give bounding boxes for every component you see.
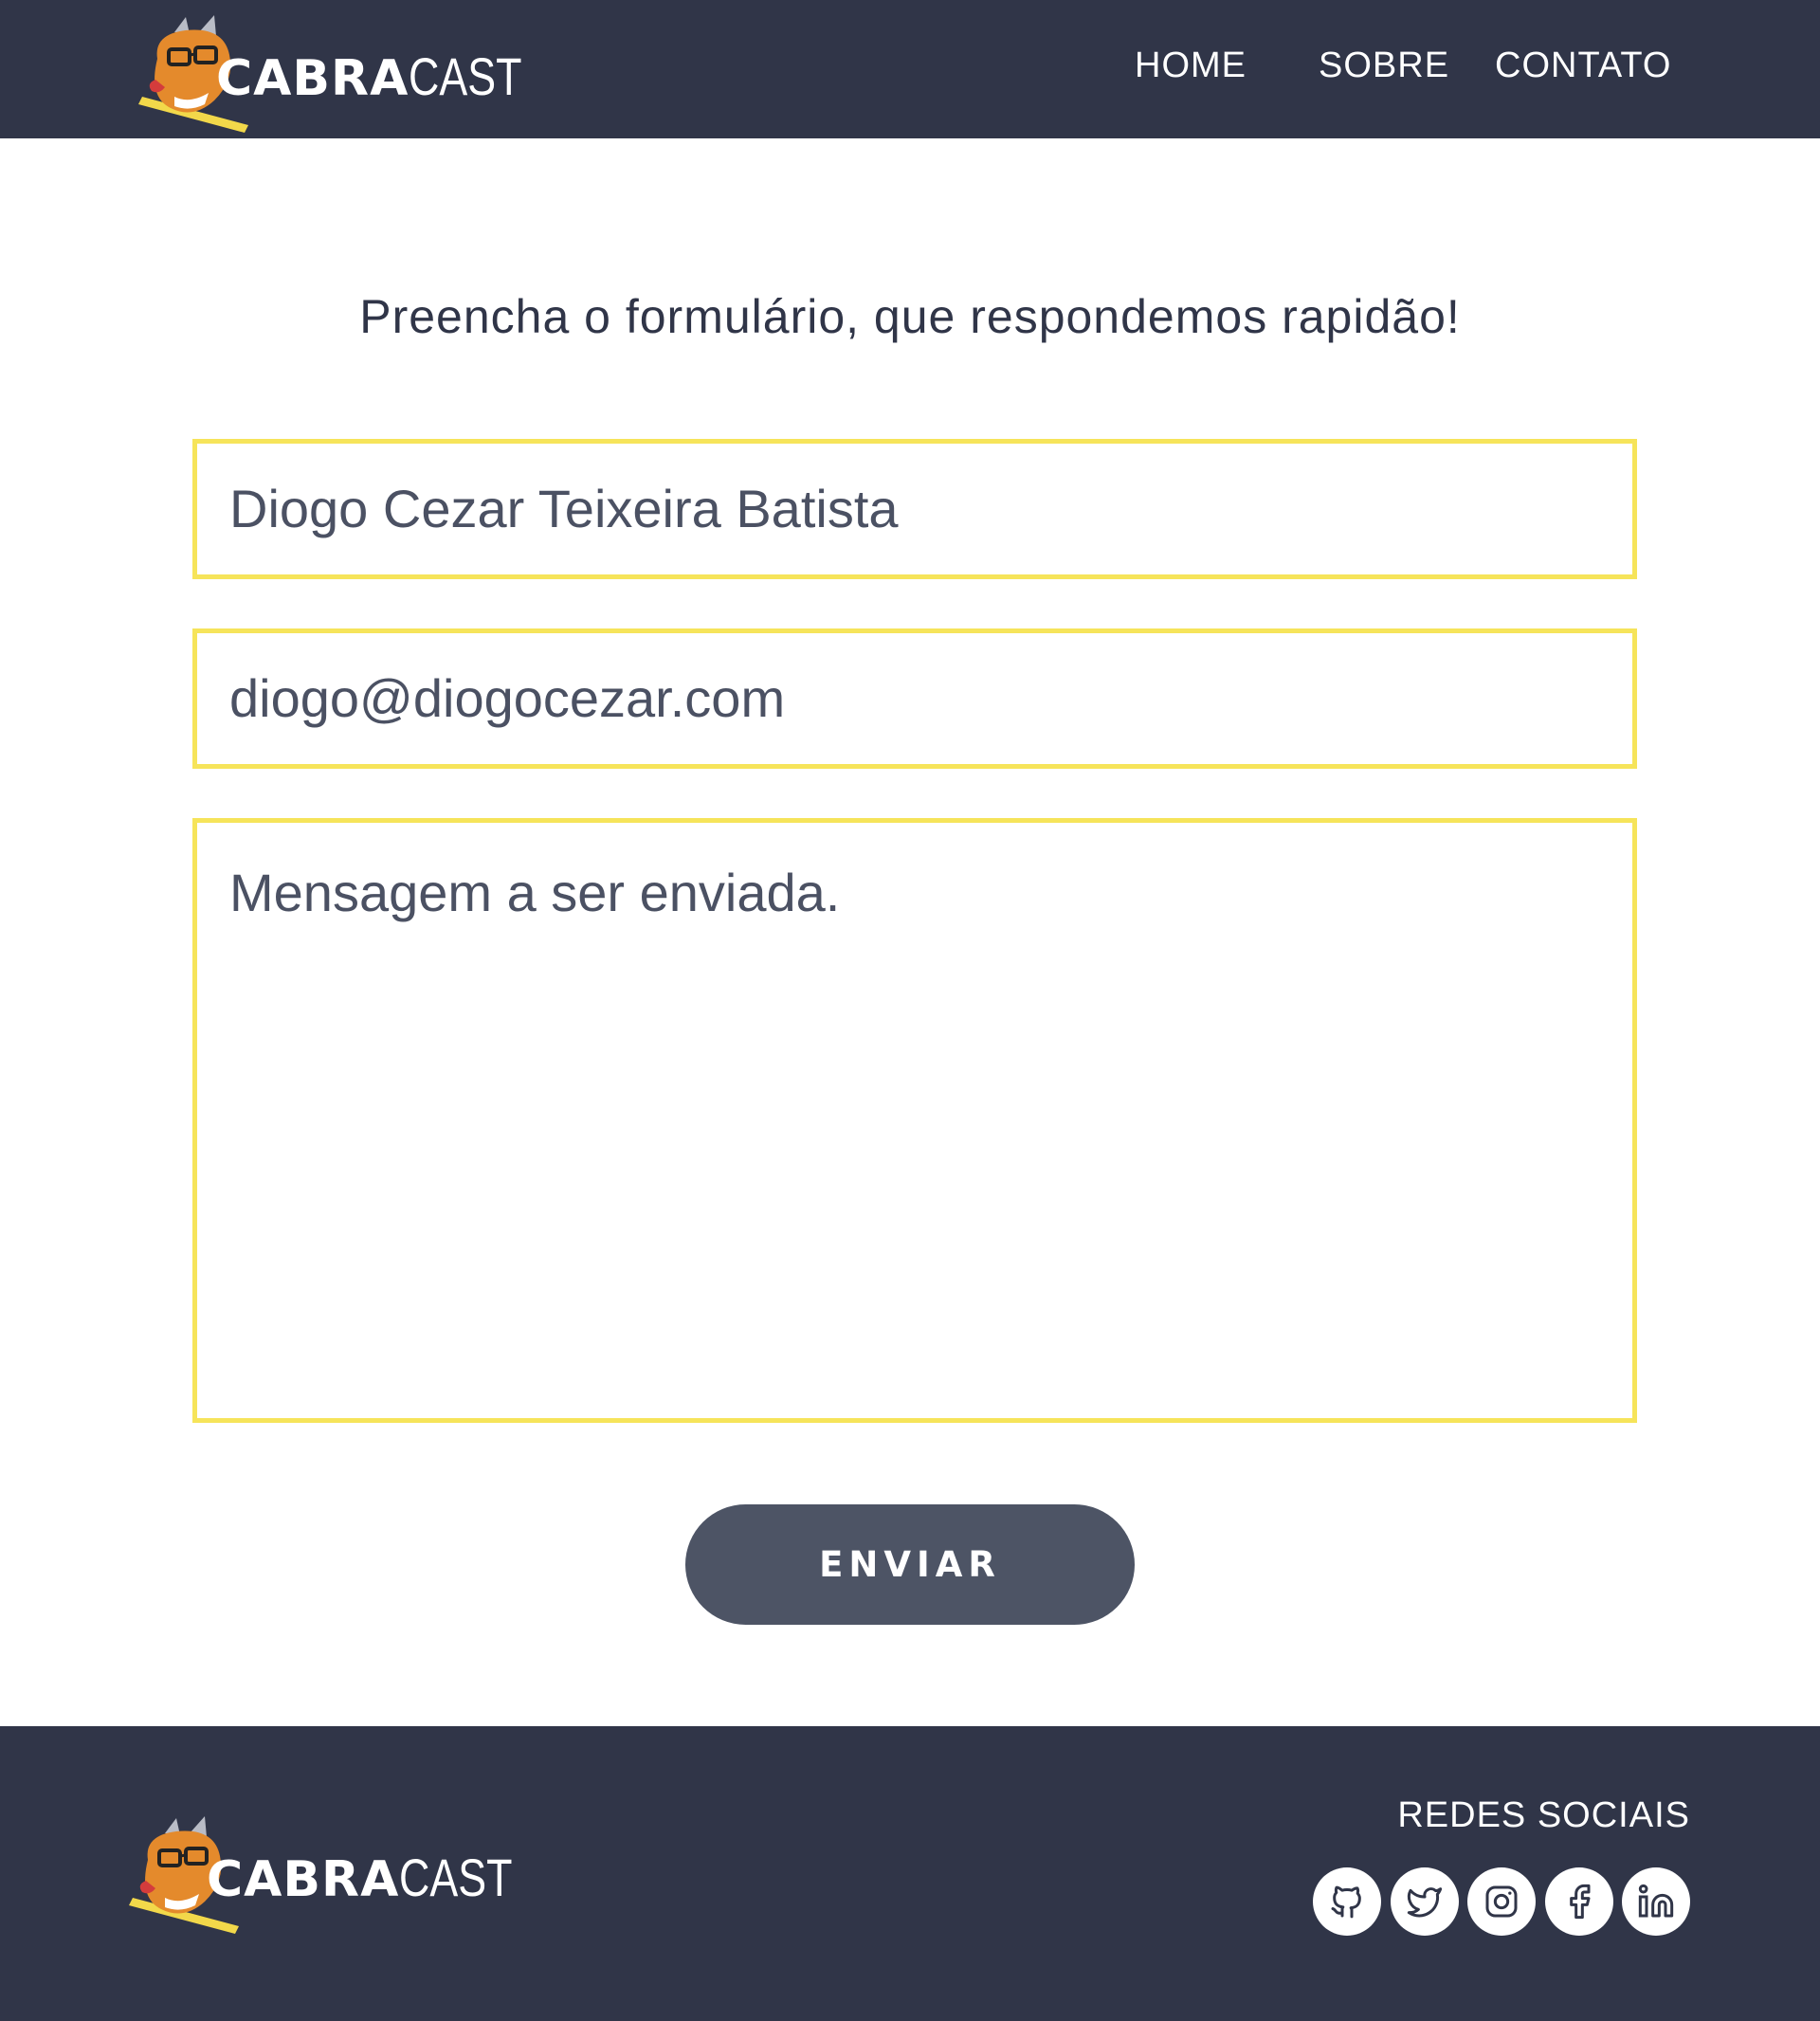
send-button[interactable]: ENVIAR [685, 1504, 1135, 1625]
twitter-icon [1407, 1887, 1443, 1918]
nav-home-link[interactable]: HOME [1135, 46, 1247, 93]
form-heading: Preencha o formulário, que respondemos r… [359, 290, 1461, 343]
logo-word-cast: CAST [399, 1848, 513, 1907]
footer-brand-logo[interactable]: CABRACAST [127, 1814, 513, 1934]
message-textarea[interactable]: Mensagem a ser enviada. [192, 818, 1637, 1423]
facebook-icon [1570, 1884, 1591, 1920]
nav-sobre-link[interactable]: SOBRE [1319, 46, 1449, 93]
name-input[interactable]: Diogo Cezar Teixeira Batista [192, 439, 1637, 579]
github-link[interactable] [1313, 1867, 1381, 1936]
logo-word-cabra: CABRA [216, 50, 410, 107]
linkedin-icon [1638, 1884, 1674, 1918]
github-icon [1331, 1885, 1361, 1919]
instagram-icon [1485, 1885, 1518, 1918]
nav-contato-link[interactable]: CONTATO [1495, 46, 1671, 93]
brand-logo[interactable]: CABRACAST [136, 13, 522, 133]
twitter-link[interactable] [1391, 1867, 1459, 1936]
linkedin-link[interactable] [1622, 1867, 1690, 1936]
logo-word-cabra: CABRA [207, 1851, 400, 1908]
social-title: REDES SOCIAIS [1397, 1795, 1690, 1835]
instagram-link[interactable] [1467, 1867, 1536, 1936]
facebook-link[interactable] [1545, 1867, 1613, 1936]
logo-word-cast: CAST [409, 46, 522, 106]
email-input[interactable]: diogo@diogocezar.com [192, 628, 1637, 769]
